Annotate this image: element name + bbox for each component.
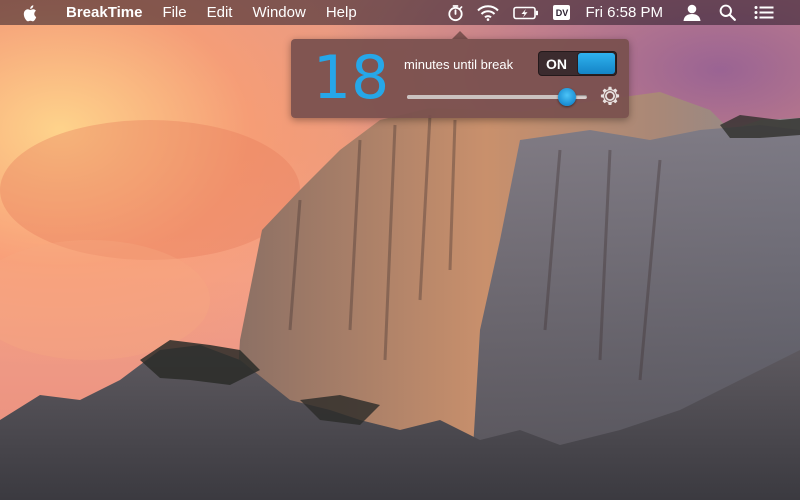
menu-bar: BreakTime File Edit Window Help DV Fri 6… (0, 0, 800, 25)
slider-thumb[interactable] (558, 88, 577, 106)
popover-caret (452, 31, 468, 39)
minutes-counter: 18 (312, 43, 390, 113)
wifi-icon[interactable] (477, 4, 500, 21)
dv-status-badge[interactable]: DV (553, 5, 571, 20)
battery-charging-icon[interactable] (513, 6, 539, 20)
menu-file[interactable]: File (162, 4, 186, 21)
gear-icon[interactable] (600, 86, 620, 106)
on-off-toggle[interactable]: ON (538, 51, 617, 76)
menu-clock[interactable]: Fri 6:58 PM (585, 4, 663, 21)
list-icon[interactable] (754, 5, 774, 20)
stopwatch-icon[interactable] (447, 4, 464, 22)
menu-help[interactable]: Help (326, 4, 357, 21)
toggle-knob[interactable] (578, 53, 615, 74)
apple-icon[interactable] (22, 4, 40, 22)
slider-fill (407, 95, 568, 99)
search-icon[interactable] (719, 4, 736, 21)
toggle-label: ON (546, 56, 567, 72)
breaktime-popover: 18 minutes until break ON (291, 39, 629, 118)
break-interval-slider[interactable] (407, 88, 587, 106)
menu-window[interactable]: Window (252, 4, 305, 21)
minutes-until-break-label: minutes until break (404, 57, 514, 72)
app-menu-breaktime[interactable]: BreakTime (66, 4, 142, 21)
menu-edit[interactable]: Edit (207, 4, 233, 21)
user-icon[interactable] (683, 4, 701, 21)
